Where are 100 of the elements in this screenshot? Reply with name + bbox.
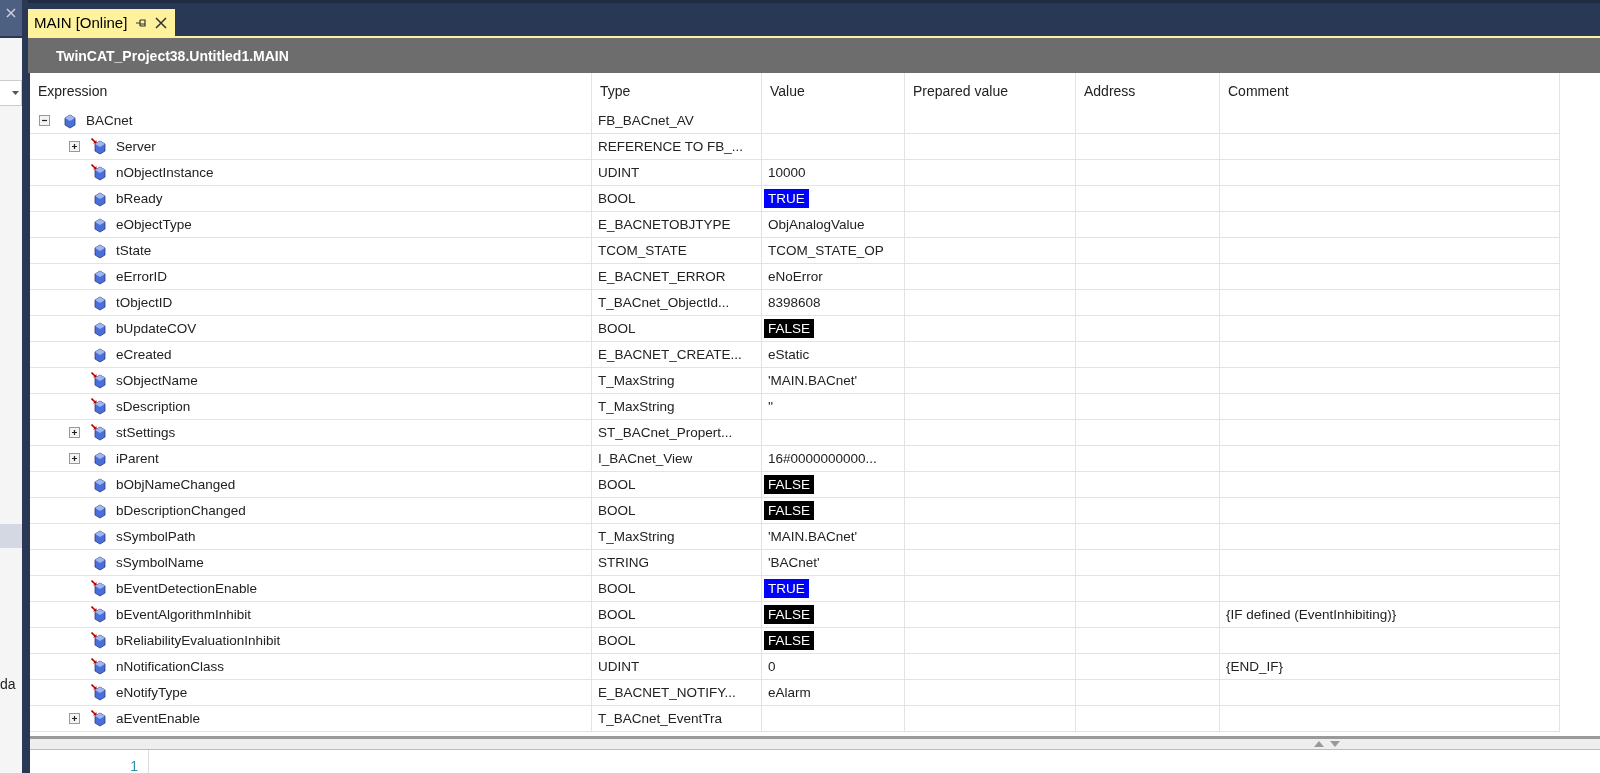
input-variable-icon [91,138,109,155]
table-cell[interactable]: eCreated [30,342,592,368]
table-cell[interactable] [762,108,905,134]
table-cell[interactable]: sSymbolName [30,550,592,576]
table-cell[interactable]: bDescriptionChanged [30,498,592,524]
variable-icon [91,216,109,233]
table-cell[interactable]: eStatic [762,342,905,368]
expression-name: bEventAlgorithmInhibit [116,607,252,622]
column-header[interactable]: Expression [30,73,592,108]
table-cell[interactable] [762,420,905,446]
table-cell[interactable]: 'BACnet' [762,550,905,576]
table-cell[interactable]: TRUE [762,576,905,602]
value-text: '' [767,398,775,416]
document-tab[interactable]: MAIN [Online] [28,9,176,36]
table-cell[interactable]: FALSE [762,498,905,524]
column-header[interactable]: Type [592,73,762,108]
header-title: TwinCAT_Project38.Untitled1.MAIN [56,47,289,64]
expression-name: bReady [116,191,163,206]
table-cell[interactable]: aEventEnable [30,706,592,732]
column-header[interactable]: Prepared value [905,73,1076,108]
table-cell[interactable]: FALSE [762,472,905,498]
caret-icon [12,91,19,95]
table-cell[interactable]: sSymbolPath [30,524,592,550]
table-cell[interactable] [762,134,905,160]
table-cell: E_BACNETOBJTYPE [592,212,762,238]
table-cell[interactable]: nNotificationClass [30,654,592,680]
close-icon[interactable] [155,16,168,29]
table-cell[interactable]: bEventAlgorithmInhibit [30,602,592,628]
variable-icon [91,242,109,259]
expression-name: iParent [116,451,159,466]
table-cell[interactable]: Server [30,134,592,160]
table-cell[interactable]: iParent [30,446,592,472]
table-cell[interactable] [762,706,905,732]
table-cell: UDINT [592,160,762,186]
table-cell[interactable]: bReady [30,186,592,212]
table-cell[interactable]: sObjectName [30,368,592,394]
expand-icon[interactable] [68,453,80,464]
table-cell: ST_BACnet_Propert... [592,420,762,446]
value-text: 'MAIN.BACnet' [767,372,859,390]
table-cell[interactable]: TCOM_STATE_OP [762,238,905,264]
boolean-value: TRUE [764,189,809,208]
table-cell: T_MaxString [592,524,762,550]
table-cell[interactable]: ObjAnalogValue [762,212,905,238]
value-text: eStatic [767,346,811,364]
dropdown[interactable] [0,80,22,106]
table-cell[interactable]: bReliabilityEvaluationInhibit [30,628,592,654]
table-cell[interactable]: tState [30,238,592,264]
table-cell[interactable]: nObjectInstance [30,160,592,186]
table-cell: BOOL [592,186,762,212]
table-cell[interactable]: bEventDetectionEnable [30,576,592,602]
table-cell: T_MaxString [592,368,762,394]
value-text: eAlarm [767,684,812,702]
table-cell[interactable]: stSettings [30,420,592,446]
table-cell[interactable]: TRUE [762,186,905,212]
table-cell[interactable]: eNotifyType [30,680,592,706]
table-cell[interactable]: '' [762,394,905,420]
table-cell[interactable]: 10000 [762,160,905,186]
value-text: 'BACnet' [767,554,821,572]
expand-icon[interactable] [68,427,80,438]
expression-name: nNotificationClass [116,659,225,674]
down-arrow-icon[interactable] [1330,741,1340,747]
expression-name: bDescriptionChanged [116,503,246,518]
table-cell[interactable]: tObjectID [30,290,592,316]
table-cell[interactable]: 'MAIN.BACnet' [762,524,905,550]
expand-icon[interactable] [68,713,80,724]
expression-name: bObjNameChanged [116,477,236,492]
table-cell[interactable]: bObjNameChanged [30,472,592,498]
collapse-icon[interactable] [38,115,50,126]
table-cell[interactable]: 0 [762,654,905,680]
column-header[interactable]: Address [1076,73,1220,108]
column-header[interactable]: Comment [1220,73,1560,108]
table-cell[interactable]: eErrorID [30,264,592,290]
table-cell[interactable]: eObjectType [30,212,592,238]
table-cell: {END_IF} [1220,654,1560,680]
input-variable-icon [91,372,109,389]
value-text: 10000 [767,164,807,182]
value-text: 8398608 [767,294,822,312]
table-cell[interactable]: BACnet [30,108,592,134]
column-header[interactable]: Value [762,73,905,108]
variable-icon [91,294,109,311]
table-cell: BOOL [592,576,762,602]
table-cell[interactable]: eAlarm [762,680,905,706]
pin-icon[interactable] [135,17,148,28]
table-cell[interactable]: 8398608 [762,290,905,316]
pane-splitter[interactable] [30,736,1600,750]
table-cell[interactable]: FALSE [762,602,905,628]
table-cell[interactable]: 'MAIN.BACnet' [762,368,905,394]
table-cell[interactable]: eNoError [762,264,905,290]
table-cell[interactable]: bUpdateCOV [30,316,592,342]
input-variable-icon [91,424,109,441]
expression-name: sSymbolPath [116,529,196,544]
value-text: 'MAIN.BACnet' [767,528,859,546]
table-cell[interactable]: 16#0000000000... [762,446,905,472]
up-arrow-icon[interactable] [1314,741,1324,747]
variable-icon [61,112,79,129]
expand-icon[interactable] [68,141,80,152]
variable-icon [91,320,109,337]
table-cell[interactable]: sDescription [30,394,592,420]
table-cell[interactable]: FALSE [762,628,905,654]
table-cell[interactable]: FALSE [762,316,905,342]
